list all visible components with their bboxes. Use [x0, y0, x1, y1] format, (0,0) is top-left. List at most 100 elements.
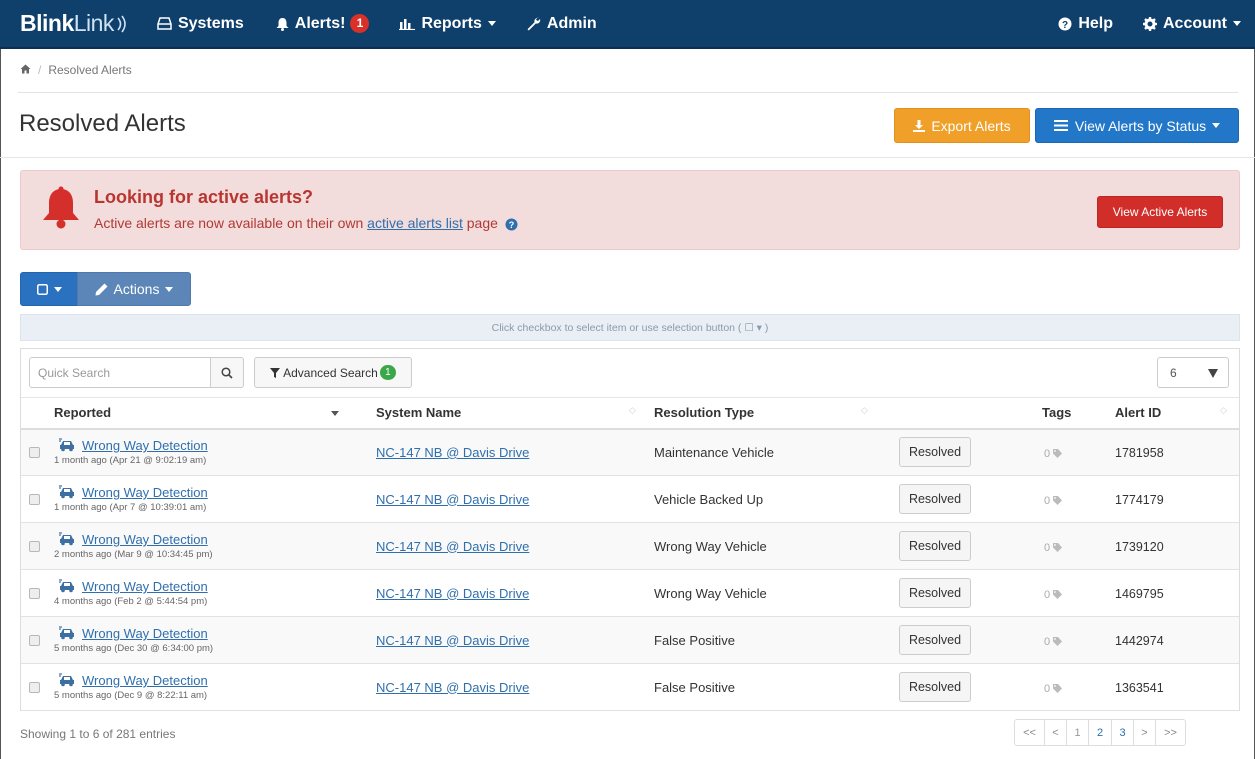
resolution-type: Wrong Way Vehicle [654, 538, 767, 554]
tags-cell: 0 [1038, 664, 1109, 711]
advanced-search-button[interactable]: Advanced Search 1 [254, 357, 412, 388]
svg-text:?: ? [1062, 20, 1068, 31]
nav-systems[interactable]: Systems [157, 0, 244, 48]
tags-count[interactable]: 0 [1044, 447, 1063, 460]
resolved-button[interactable]: Resolved [899, 625, 971, 655]
alert-type-link[interactable]: Wrong Way Detection [82, 579, 208, 594]
tags-count[interactable]: 0 [1044, 589, 1063, 601]
active-alerts-list-link[interactable]: active alerts list [367, 215, 463, 231]
active-alerts-banner: Looking for active alerts? Active alerts… [20, 170, 1240, 250]
alert-type-link[interactable]: Wrong Way Detection [82, 626, 208, 641]
pager-first[interactable]: << [1015, 720, 1044, 745]
alert-id: 1781958 [1115, 445, 1164, 460]
pager-page-1[interactable]: 1 [1066, 720, 1088, 745]
pager-next[interactable]: > [1133, 720, 1155, 745]
resolved-button[interactable]: Resolved [899, 437, 971, 468]
table-row[interactable]: Wrong Way Detection 4 months ago (Feb 2 @… [21, 570, 1239, 617]
home-icon[interactable] [20, 63, 31, 77]
reported-cell: Wrong Way Detection 5 months ago (Dec 30 … [54, 617, 369, 664]
alert-id: 1363541 [1115, 680, 1164, 695]
table-row[interactable]: Wrong Way Detection 1 month ago (Apr 7 @ … [21, 476, 1239, 523]
tag-icon [1053, 449, 1063, 459]
row-checkbox[interactable] [29, 634, 40, 646]
row-select-cell [21, 570, 54, 617]
selection-dropdown-button[interactable] [20, 272, 78, 306]
pagination: << < 1 2 3 > >> [1014, 719, 1186, 746]
tags-count[interactable]: 0 [1044, 636, 1063, 648]
alert-type-link[interactable]: Wrong Way Detection [82, 438, 208, 453]
search-button[interactable] [210, 357, 244, 388]
pager-page-3[interactable]: 3 [1111, 720, 1133, 745]
alerts-count-badge: 1 [350, 14, 370, 33]
nav-admin[interactable]: Admin [526, 0, 597, 48]
tags-count[interactable]: 0 [1044, 542, 1063, 554]
row-checkbox[interactable] [29, 681, 40, 693]
column-header-system-name[interactable]: System Name ◇ [369, 397, 651, 430]
top-navbar: Blink Link Systems Alerts! 1 Reports Admi… [0, 0, 1255, 49]
column-header-alert-id[interactable]: Alert ID ◇ [1109, 397, 1239, 430]
chevron-down-icon [1233, 21, 1241, 26]
alert-type-link[interactable]: Wrong Way Detection [82, 532, 208, 547]
alert-id-cell: 1774179 [1109, 476, 1239, 523]
row-checkbox[interactable] [29, 446, 40, 458]
tags-count[interactable]: 0 [1044, 683, 1063, 695]
status-cell: Resolved [875, 617, 1038, 664]
row-checkbox[interactable] [29, 493, 40, 505]
resolved-button[interactable]: Resolved [899, 672, 971, 702]
system-name-link[interactable]: NC-147 NB @ Davis Drive [376, 586, 529, 601]
system-name-cell: NC-147 NB @ Davis Drive [369, 570, 651, 617]
nav-reports-label: Reports [421, 14, 482, 32]
pager-last[interactable]: >> [1155, 720, 1185, 745]
nav-help[interactable]: ? Help [1058, 0, 1113, 48]
row-checkbox[interactable] [29, 587, 40, 599]
column-header-reported[interactable]: Reported [54, 397, 369, 430]
resolution-type: False Positive [654, 632, 735, 648]
alert-type-link[interactable]: Wrong Way Detection [82, 485, 208, 500]
nav-alerts[interactable]: Alerts! 1 [276, 0, 370, 48]
tag-icon [1053, 543, 1063, 552]
table-row[interactable]: Wrong Way Detection 2 months ago (Mar 9 @… [21, 522, 1239, 570]
view-active-alerts-button[interactable]: View Active Alerts [1097, 196, 1223, 228]
breadcrumb-current: Resolved Alerts [48, 63, 132, 77]
table-row[interactable]: Wrong Way Detection 1 month ago (Apr 21 @… [21, 428, 1239, 476]
nav-account[interactable]: Account [1143, 0, 1241, 48]
advanced-search-label: Advanced Search [283, 365, 378, 380]
pager-prev[interactable]: < [1044, 720, 1066, 745]
brand-logo[interactable]: Blink Link [20, 10, 130, 37]
quick-search-input[interactable]: Quick Search [29, 357, 211, 388]
pager-page-2[interactable]: 2 [1088, 720, 1111, 745]
nav-reports[interactable]: Reports [399, 0, 496, 48]
system-name-link[interactable]: NC-147 NB @ Davis Drive [376, 633, 529, 648]
view-alerts-by-status-button[interactable]: View Alerts by Status [1035, 108, 1239, 143]
resolution-type: Wrong Way Vehicle [654, 585, 767, 601]
table-row[interactable]: Wrong Way Detection 5 months ago (Dec 9 @… [21, 664, 1239, 711]
alert-id: 1739120 [1115, 539, 1164, 554]
table-row[interactable]: Wrong Way Detection 5 months ago (Dec 30 … [21, 616, 1239, 664]
resolved-button[interactable]: Resolved [899, 578, 971, 608]
export-alerts-button[interactable]: Export Alerts [894, 108, 1030, 143]
column-header-resolution-type[interactable]: Resolution Type ◇ [651, 397, 875, 430]
banner-heading: Looking for active alerts? [94, 187, 314, 207]
entries-info: Showing 1 to 6 of 281 entries [20, 727, 176, 741]
banner-text: Active alerts are now available on their… [94, 215, 518, 231]
resolved-button[interactable]: Resolved [899, 484, 971, 514]
system-name-link[interactable]: NC-147 NB @ Davis Drive [376, 492, 529, 507]
page-size-select[interactable]: 6 [1157, 357, 1229, 388]
brand-bold-text: Blink [20, 10, 74, 36]
export-alerts-label: Export Alerts [931, 117, 1011, 134]
row-checkbox[interactable] [29, 540, 40, 552]
system-name-link[interactable]: NC-147 NB @ Davis Drive [376, 680, 529, 695]
system-name-link[interactable]: NC-147 NB @ Davis Drive [376, 445, 529, 460]
resolved-button[interactable]: Resolved [899, 531, 971, 561]
nav-help-label: Help [1078, 14, 1113, 32]
svg-text:?: ? [509, 220, 515, 230]
alert-type-link[interactable]: Wrong Way Detection [82, 673, 208, 688]
brand-light-text: Link [73, 10, 115, 36]
wrong-way-car-icon [58, 532, 76, 546]
tags-count[interactable]: 0 [1044, 495, 1063, 507]
system-name-link[interactable]: NC-147 NB @ Davis Drive [376, 539, 529, 554]
reported-cell: Wrong Way Detection 1 month ago (Apr 21 @… [54, 429, 369, 476]
actions-dropdown-button[interactable]: Actions [77, 272, 191, 306]
tags-count-value: 0 [1044, 447, 1051, 460]
question-circle-icon[interactable]: ? [505, 218, 518, 231]
